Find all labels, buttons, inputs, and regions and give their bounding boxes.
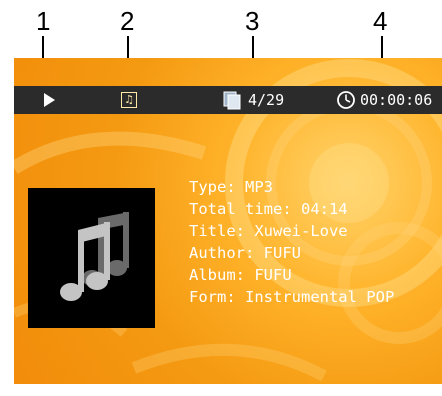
track-position: 4/29: [222, 86, 284, 114]
info-title: Title: Xuwei-Love: [189, 222, 348, 240]
callout-2: 2: [120, 6, 135, 36]
track-info: Type: MP3 Total time: 04:14 Title: Xuwei…: [189, 176, 394, 308]
music-notes-icon: [60, 212, 129, 301]
callout-4: 4: [373, 6, 388, 36]
music-note-icon: ♫: [121, 92, 137, 108]
info-type: Type: MP3: [189, 178, 273, 196]
info-total-time: Total time: 04:14: [189, 200, 348, 218]
track-count: 4/29: [248, 91, 285, 109]
info-form: Form: Instrumental POP: [189, 288, 395, 306]
play-icon: [44, 93, 55, 107]
music-mode[interactable]: ♫: [121, 86, 137, 114]
info-album: Album: FUFU: [189, 266, 292, 284]
callout-1: 1: [36, 6, 51, 36]
play-status[interactable]: [44, 86, 55, 114]
elapsed-time-display: 00:00:06: [336, 86, 432, 114]
callout-3: 3: [245, 6, 260, 36]
album-cover: [28, 188, 155, 328]
callout-labels: 1 2 3 4: [0, 0, 442, 88]
clock-icon: [337, 91, 355, 109]
info-author: Author: FUFU: [189, 244, 301, 262]
files-icon: [223, 91, 241, 110]
elapsed-time: 00:00:06: [360, 91, 433, 109]
status-bar: ♫ 4/29 00:00:06: [14, 86, 442, 114]
player-screen: ♫ 4/29 00:00:06 Type: MP3 Total time: 04…: [14, 58, 442, 384]
